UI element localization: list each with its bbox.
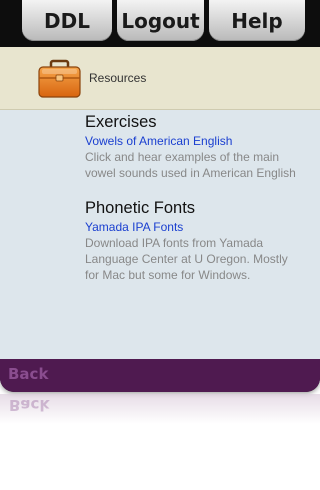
tab-help[interactable]: Help (209, 0, 305, 41)
tab-logout[interactable]: Logout (117, 0, 204, 41)
group-description: Click and hear examples of the main vowe… (85, 150, 296, 180)
bottom-bar: Back (0, 359, 320, 392)
vowels-link[interactable]: Vowels of American English (85, 133, 320, 149)
group-title: Phonetic Fonts (85, 199, 196, 217)
group-title: Exercises (85, 113, 157, 131)
device-frame: DDL Logout Help Resources Exercises Vowe… (0, 0, 320, 392)
yamada-ipa-fonts-link[interactable]: Yamada IPA Fonts (85, 219, 320, 235)
group-description: Download IPA fonts from Yamada Language … (85, 236, 288, 282)
section-label: Resources (89, 71, 147, 85)
section-header: Resources (0, 47, 320, 110)
back-reflection: Back (9, 396, 50, 414)
reflection: Back (0, 394, 320, 424)
top-tab-bar: DDL Logout Help (0, 0, 320, 47)
back-button[interactable]: Back (8, 365, 48, 383)
resource-group-exercises: Exercises Vowels of American English Cli… (85, 112, 320, 181)
briefcase-icon (38, 59, 81, 98)
resources-content: Exercises Vowels of American English Cli… (0, 110, 320, 359)
resource-group-phonetic-fonts: Phonetic Fonts Yamada IPA Fonts Download… (85, 198, 320, 283)
tab-ddl[interactable]: DDL (22, 0, 112, 41)
